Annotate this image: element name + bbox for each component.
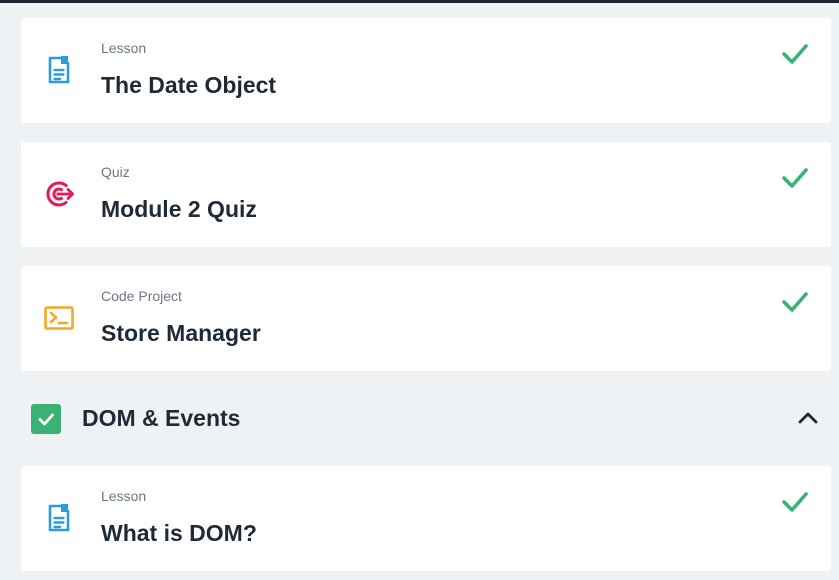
completed-check-icon xyxy=(782,492,808,512)
list-item-store-manager[interactable]: Code Project Store Manager xyxy=(21,266,831,371)
item-type-label: Code Project xyxy=(101,288,182,304)
section-completed-checkbox xyxy=(31,404,61,434)
item-type-label: Lesson xyxy=(101,40,147,56)
section-title: DOM & Events xyxy=(82,405,241,431)
item-title: Store Manager xyxy=(101,320,261,346)
lesson-icon xyxy=(48,56,70,84)
list-item-the-date-object[interactable]: Lesson The Date Object xyxy=(21,18,831,123)
top-border xyxy=(0,0,839,3)
list-item-what-is-dom[interactable]: Lesson What is DOM? xyxy=(21,466,831,571)
item-type-label: Lesson xyxy=(101,488,147,504)
completed-check-icon xyxy=(782,44,808,64)
item-type-label: Quiz xyxy=(101,164,130,180)
item-title: What is DOM? xyxy=(101,520,257,546)
lesson-icon xyxy=(48,504,70,532)
completed-check-icon xyxy=(782,168,808,188)
checkbox-check-icon xyxy=(38,413,54,426)
list-item-module-2-quiz[interactable]: Quiz Module 2 Quiz xyxy=(21,142,831,247)
item-title: The Date Object xyxy=(101,72,277,98)
completed-check-icon xyxy=(782,292,808,312)
chevron-up-icon[interactable] xyxy=(797,409,819,427)
item-title: Module 2 Quiz xyxy=(101,196,257,222)
quiz-target-icon xyxy=(46,181,74,207)
section-header-dom-events[interactable]: DOM & Events xyxy=(0,395,839,443)
code-project-icon xyxy=(44,306,74,330)
